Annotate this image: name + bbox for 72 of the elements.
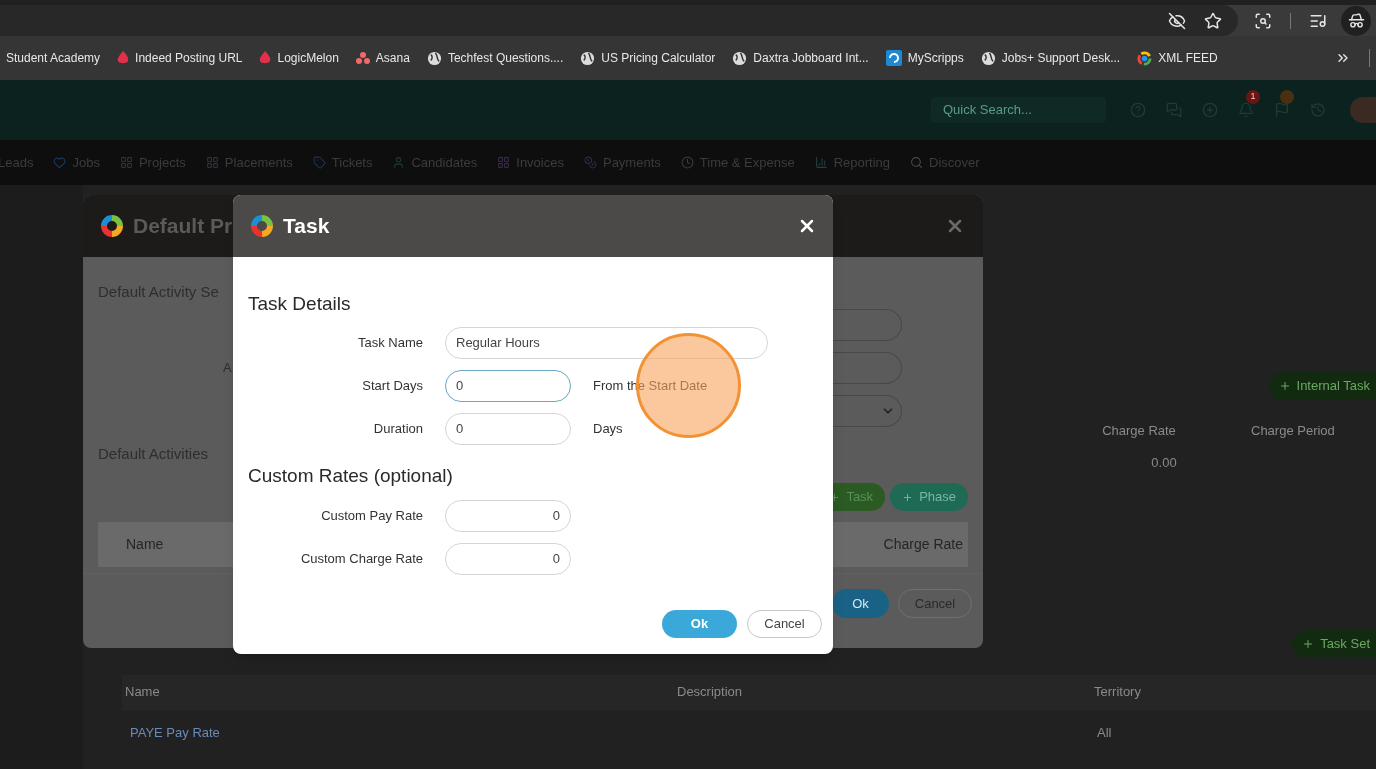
flag-icon[interactable] bbox=[1274, 102, 1290, 118]
search-icon bbox=[910, 156, 924, 169]
field-hint: Days bbox=[593, 419, 623, 438]
profile-button[interactable] bbox=[1341, 5, 1371, 36]
column-header: Name bbox=[126, 535, 164, 554]
ok-button[interactable]: Ok bbox=[832, 589, 889, 618]
plus-icon bbox=[1302, 637, 1315, 650]
task-set-button[interactable]: Task Set bbox=[1292, 629, 1376, 658]
avatar[interactable] bbox=[1350, 97, 1376, 123]
column-header: Charge Rate bbox=[1101, 422, 1177, 441]
flame-icon bbox=[259, 51, 272, 65]
globe-icon bbox=[732, 50, 748, 66]
table-cell-text: 0.00 bbox=[1150, 454, 1178, 472]
bookmark[interactable]: Jobs+ Support Desk... bbox=[980, 49, 1121, 67]
internal-task-button[interactable]: Internal Task bbox=[1268, 372, 1376, 400]
grid-icon bbox=[497, 156, 511, 169]
bookmark[interactable]: Techfest Questions.... bbox=[426, 49, 564, 67]
star-icon[interactable] bbox=[1204, 11, 1222, 30]
dialog-title: Task bbox=[283, 213, 330, 240]
table-cell-text: All bbox=[1097, 724, 1112, 743]
globe-icon bbox=[980, 50, 996, 66]
logo-icon bbox=[99, 213, 125, 239]
tab-search-icon[interactable] bbox=[1254, 11, 1272, 30]
eye-off-icon[interactable] bbox=[1168, 11, 1186, 30]
bookmark[interactable]: LogicMelon bbox=[259, 49, 339, 67]
plus-icon bbox=[902, 491, 914, 503]
logo-icon bbox=[249, 213, 275, 239]
field-label: Custom Charge Rate bbox=[299, 550, 423, 569]
help-icon[interactable] bbox=[1130, 102, 1146, 118]
column-header: Charge Rate bbox=[883, 535, 963, 554]
section-title: Task Details bbox=[248, 292, 351, 316]
bookmark[interactable]: Asana bbox=[355, 49, 410, 67]
bookmark[interactable]: Indeed Posting URL bbox=[117, 49, 243, 67]
table-cell-link[interactable]: PAYE Pay Rate bbox=[130, 723, 430, 743]
flame-icon bbox=[117, 51, 130, 65]
history-icon[interactable] bbox=[1310, 102, 1326, 118]
plus-icon bbox=[1278, 380, 1291, 392]
dots-icon bbox=[355, 52, 370, 64]
section-title: Custom Rates (optional) bbox=[248, 463, 453, 488]
column-header: Territory bbox=[1094, 682, 1141, 701]
bookmark[interactable]: MyScripps bbox=[885, 49, 964, 67]
clock-icon bbox=[680, 156, 694, 169]
column-header: Charge Period bbox=[1251, 422, 1335, 441]
dialog-title: Default Pr bbox=[133, 213, 233, 240]
bar-chart-icon bbox=[814, 156, 828, 169]
heart-icon bbox=[53, 156, 67, 169]
incognito-icon bbox=[1347, 12, 1365, 29]
field-label: Custom Pay Rate bbox=[320, 507, 423, 526]
coin-icon bbox=[583, 156, 597, 169]
field-label: Duration bbox=[372, 419, 423, 438]
notification-badge: 1 bbox=[1246, 90, 1260, 104]
tag-icon bbox=[312, 156, 326, 169]
bookmark[interactable]: XML FEED bbox=[1137, 49, 1218, 67]
column-header: Description bbox=[677, 682, 744, 701]
grid-icon bbox=[119, 156, 133, 169]
square-logo-icon bbox=[885, 50, 902, 66]
add-icon[interactable] bbox=[1202, 102, 1218, 118]
column-header: Name bbox=[125, 682, 161, 701]
chat-icon[interactable] bbox=[1166, 102, 1182, 118]
bookmark[interactable]: Student Academy bbox=[6, 49, 101, 67]
bookmark[interactable]: US Pricing Calculator bbox=[580, 49, 716, 67]
bell-icon[interactable] bbox=[1238, 102, 1254, 118]
add-button[interactable]: Phase bbox=[890, 483, 968, 511]
field-label: Start Days bbox=[361, 376, 423, 395]
globe-icon bbox=[426, 50, 442, 66]
grid-icon bbox=[205, 156, 219, 169]
bookmark[interactable]: Daxtra Jobboard Int... bbox=[732, 49, 869, 67]
ring-icon bbox=[1137, 50, 1153, 66]
user-icon bbox=[392, 156, 406, 169]
globe-icon bbox=[580, 50, 596, 66]
quick-search-field[interactable]: Quick Search... bbox=[931, 97, 1106, 123]
field-label: Task Name bbox=[356, 333, 423, 352]
